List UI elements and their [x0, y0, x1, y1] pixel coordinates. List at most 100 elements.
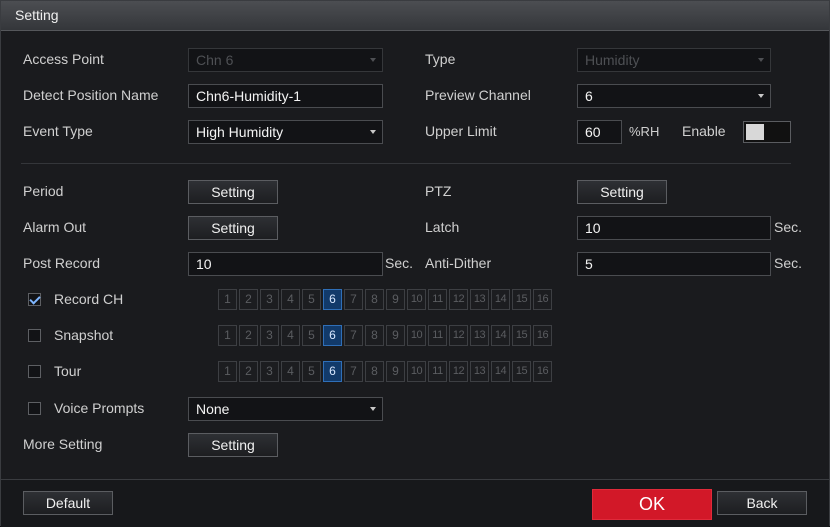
tour-channel-14[interactable]: 14 — [491, 361, 510, 382]
tour-checkbox[interactable] — [28, 365, 41, 378]
access-point-label: Access Point — [23, 51, 104, 67]
event-type-label: Event Type — [23, 123, 93, 139]
ptz-label: PTZ — [425, 183, 452, 199]
record-channel-5[interactable]: 5 — [302, 289, 321, 310]
tour-channel-12[interactable]: 12 — [449, 361, 468, 382]
tour-channel-3[interactable]: 3 — [260, 361, 279, 382]
post-record-label: Post Record — [23, 255, 101, 271]
snapshot-channel-13[interactable]: 13 — [470, 325, 489, 346]
tour-channel-9[interactable]: 9 — [386, 361, 405, 382]
post-record-unit: Sec. — [385, 255, 414, 271]
tour-channel-16[interactable]: 16 — [533, 361, 552, 382]
post-record-input[interactable]: 10 — [188, 252, 383, 276]
latch-label: Latch — [425, 219, 460, 235]
divider — [21, 163, 791, 164]
snapshot-channel-14[interactable]: 14 — [491, 325, 510, 346]
record-channel-10[interactable]: 10 — [407, 289, 426, 310]
snapshot-channel-10[interactable]: 10 — [407, 325, 426, 346]
snapshot-channel-6[interactable]: 6 — [323, 325, 342, 346]
snapshot-channel-8[interactable]: 8 — [365, 325, 384, 346]
period-setting-button[interactable]: Setting — [188, 180, 278, 204]
record-channel-7[interactable]: 7 — [344, 289, 363, 310]
record-channel-12[interactable]: 12 — [449, 289, 468, 310]
alarm-out-setting-button[interactable]: Setting — [188, 216, 278, 240]
record-channel-11[interactable]: 11 — [428, 289, 447, 310]
tour-channel-6[interactable]: 6 — [323, 361, 342, 382]
record-channel-4[interactable]: 4 — [281, 289, 300, 310]
setting-window: Setting Access Point Chn 6 Type Humidity… — [0, 0, 830, 527]
snapshot-label: Snapshot — [54, 327, 114, 343]
anti-dither-input[interactable]: 5 — [577, 252, 771, 276]
record-ch-checkbox[interactable] — [28, 293, 41, 306]
chevron-down-icon — [758, 58, 764, 62]
event-type-select[interactable]: High Humidity — [188, 120, 383, 144]
voice-prompts-select[interactable]: None — [188, 397, 383, 421]
record-channel-3[interactable]: 3 — [260, 289, 279, 310]
period-label: Period — [23, 183, 64, 199]
record-channel-13[interactable]: 13 — [470, 289, 489, 310]
latch-input[interactable]: 10 — [577, 216, 771, 240]
tour-channel-13[interactable]: 13 — [470, 361, 489, 382]
default-button[interactable]: Default — [23, 491, 113, 515]
upper-limit-unit: %RH — [629, 124, 660, 139]
snapshot-channel-7[interactable]: 7 — [344, 325, 363, 346]
voice-prompts-checkbox[interactable] — [28, 402, 41, 415]
snapshot-channel-9[interactable]: 9 — [386, 325, 405, 346]
enable-label: Enable — [682, 123, 726, 139]
upper-limit-input[interactable]: 60 — [577, 120, 622, 144]
ok-button[interactable]: OK — [592, 489, 712, 520]
more-setting-button[interactable]: Setting — [188, 433, 278, 457]
snapshot-channel-11[interactable]: 11 — [428, 325, 447, 346]
chevron-down-icon — [370, 58, 376, 62]
snapshot-channel-2[interactable]: 2 — [239, 325, 258, 346]
detect-position-name-label: Detect Position Name — [23, 87, 159, 103]
enable-toggle[interactable] — [743, 121, 791, 143]
more-setting-label: More Setting — [23, 436, 103, 452]
tour-channel-15[interactable]: 15 — [512, 361, 531, 382]
snapshot-channel-3[interactable]: 3 — [260, 325, 279, 346]
access-point-select: Chn 6 — [188, 48, 383, 72]
tour-channel-7[interactable]: 7 — [344, 361, 363, 382]
tour-channel-10[interactable]: 10 — [407, 361, 426, 382]
snapshot-channel-5[interactable]: 5 — [302, 325, 321, 346]
tour-channel-11[interactable]: 11 — [428, 361, 447, 382]
tour-channel-8[interactable]: 8 — [365, 361, 384, 382]
type-select: Humidity — [577, 48, 771, 72]
tour-channel-4[interactable]: 4 — [281, 361, 300, 382]
snapshot-channel-1[interactable]: 1 — [218, 325, 237, 346]
chevron-down-icon — [758, 94, 764, 98]
voice-prompts-label: Voice Prompts — [54, 400, 145, 416]
tour-channel-1[interactable]: 1 — [218, 361, 237, 382]
tour-channel-2[interactable]: 2 — [239, 361, 258, 382]
alarm-out-label: Alarm Out — [23, 219, 87, 235]
snapshot-channel-12[interactable]: 12 — [449, 325, 468, 346]
tour-channel-5[interactable]: 5 — [302, 361, 321, 382]
preview-channel-label: Preview Channel — [425, 87, 531, 103]
snapshot-channel-16[interactable]: 16 — [533, 325, 552, 346]
record-ch-channel-row: 1 2 3 4 5 6 7 8 9 10 11 12 13 14 15 16 — [218, 289, 554, 311]
snapshot-channel-row: 1 2 3 4 5 6 7 8 9 10 11 12 13 14 15 16 — [218, 325, 554, 347]
record-channel-1[interactable]: 1 — [218, 289, 237, 310]
record-channel-2[interactable]: 2 — [239, 289, 258, 310]
tour-channel-row: 1 2 3 4 5 6 7 8 9 10 11 12 13 14 15 16 — [218, 361, 554, 383]
record-channel-14[interactable]: 14 — [491, 289, 510, 310]
preview-channel-select[interactable]: 6 — [577, 84, 771, 108]
window-title: Setting — [15, 7, 59, 23]
snapshot-channel-15[interactable]: 15 — [512, 325, 531, 346]
record-channel-15[interactable]: 15 — [512, 289, 531, 310]
tour-label: Tour — [54, 363, 82, 379]
chevron-down-icon — [370, 130, 376, 134]
snapshot-channel-4[interactable]: 4 — [281, 325, 300, 346]
ptz-setting-button[interactable]: Setting — [577, 180, 667, 204]
upper-limit-label: Upper Limit — [425, 123, 497, 139]
detect-position-name-input[interactable]: Chn6-Humidity-1 — [188, 84, 383, 108]
anti-dither-label: Anti-Dither — [425, 255, 492, 271]
title-bar: Setting — [1, 1, 829, 31]
record-channel-6[interactable]: 6 — [323, 289, 342, 310]
record-channel-16[interactable]: 16 — [533, 289, 552, 310]
anti-dither-unit: Sec. — [774, 255, 803, 271]
back-button[interactable]: Back — [717, 491, 807, 515]
record-channel-9[interactable]: 9 — [386, 289, 405, 310]
snapshot-checkbox[interactable] — [28, 329, 41, 342]
record-channel-8[interactable]: 8 — [365, 289, 384, 310]
